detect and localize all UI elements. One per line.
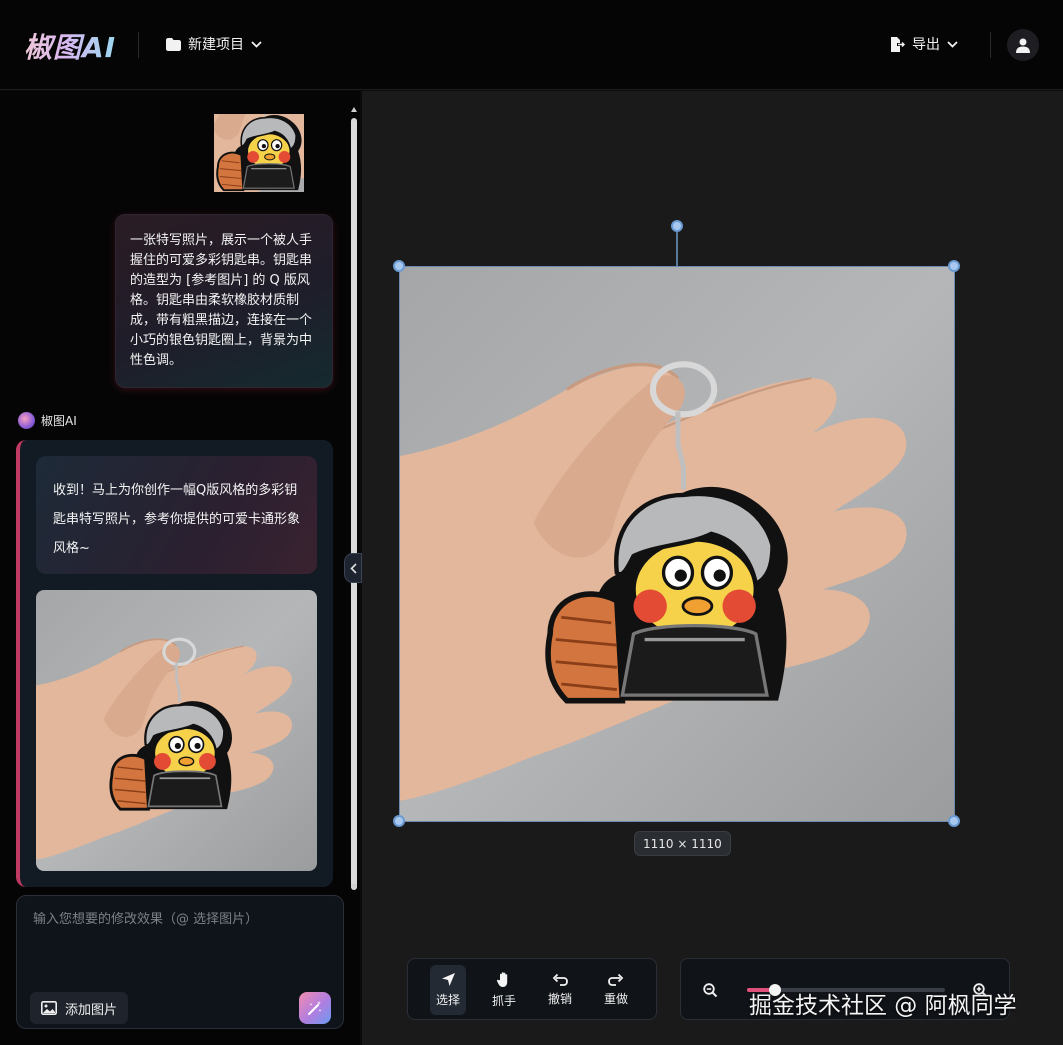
zoom-out-icon[interactable] [703, 983, 718, 998]
hand-tool-button[interactable]: 抓手 [486, 965, 522, 1015]
chevron-down-icon [251, 40, 262, 48]
export-dropdown[interactable]: 导出 [890, 34, 958, 54]
undo-button[interactable]: 撤销 [542, 965, 578, 1015]
top-header: 椒图AI 新建项目 导出 [0, 0, 1063, 90]
project-dropdown[interactable]: 新建项目 [166, 34, 262, 54]
user-message-bubble: 一张特写照片，展示一个被人手握住的可爱多彩钥匙串。钥匙串的造型为 [参考图片] … [115, 214, 333, 388]
generate-button[interactable] [299, 992, 331, 1024]
folder-icon [166, 37, 181, 51]
resize-handle-bottom-right[interactable] [948, 815, 960, 827]
scroll-down-arrow-icon[interactable] [351, 884, 357, 889]
export-file-icon [891, 36, 905, 52]
prompt-input-box: 添加图片 [16, 895, 344, 1029]
export-label: 导出 [912, 37, 940, 53]
ai-message-bubble: 收到！马上为你创作一幅Q版风格的多彩钥匙串特写照片，参考你提供的可爱卡通形象风格… [36, 456, 317, 574]
ai-sender-label: 椒图AI [18, 412, 77, 429]
undo-icon [552, 973, 568, 986]
chevron-left-icon [349, 562, 357, 574]
ai-avatar-icon [18, 412, 35, 429]
resize-handle-top-right[interactable] [948, 260, 960, 272]
rotation-handle-line [676, 232, 678, 268]
tool-label: 选择 [435, 993, 460, 1007]
resize-handle-bottom-left[interactable] [393, 815, 405, 827]
chevron-down-icon [947, 40, 958, 48]
add-image-label: 添加图片 [65, 1002, 118, 1018]
tool-label: 重做 [603, 992, 628, 1006]
watermark: 掘金技术社区 @ 阿枫同学 [749, 993, 1017, 1019]
canvas-image[interactable] [399, 266, 955, 822]
add-image-button[interactable]: 添加图片 [30, 992, 129, 1024]
app-logo[interactable]: 椒图AI [24, 26, 116, 66]
select-tool-button[interactable]: 选择 [430, 965, 466, 1015]
generated-image-thumbnail[interactable] [36, 590, 317, 871]
select-arrow-icon [441, 973, 455, 986]
rotation-handle[interactable] [671, 220, 683, 232]
resize-handle-top-left[interactable] [393, 260, 405, 272]
project-label: 新建项目 [188, 37, 244, 53]
prompt-input[interactable] [33, 912, 329, 927]
hand-icon [496, 972, 508, 987]
user-icon [1016, 38, 1030, 53]
user-avatar-button[interactable] [1007, 29, 1039, 61]
redo-button[interactable]: 重做 [598, 965, 634, 1015]
ai-name: 椒图AI [41, 414, 77, 428]
canvas-toolbar: 选择 抓手 撤销 重做 [407, 958, 657, 1020]
image-icon [41, 1001, 57, 1015]
header-divider [990, 32, 991, 58]
redo-icon [608, 973, 624, 986]
collapse-panel-button[interactable] [344, 553, 362, 583]
header-divider [138, 32, 139, 58]
reference-image-thumbnail[interactable] [164, 36, 362, 235]
tool-label: 撤销 [547, 992, 572, 1006]
magic-wand-icon [308, 1001, 322, 1015]
image-dimensions-badge: 1110 × 1110 [634, 831, 731, 856]
tool-label: 抓手 [491, 994, 516, 1008]
chat-scrollbar[interactable] [351, 118, 357, 890]
scroll-up-arrow-icon[interactable] [351, 107, 357, 112]
